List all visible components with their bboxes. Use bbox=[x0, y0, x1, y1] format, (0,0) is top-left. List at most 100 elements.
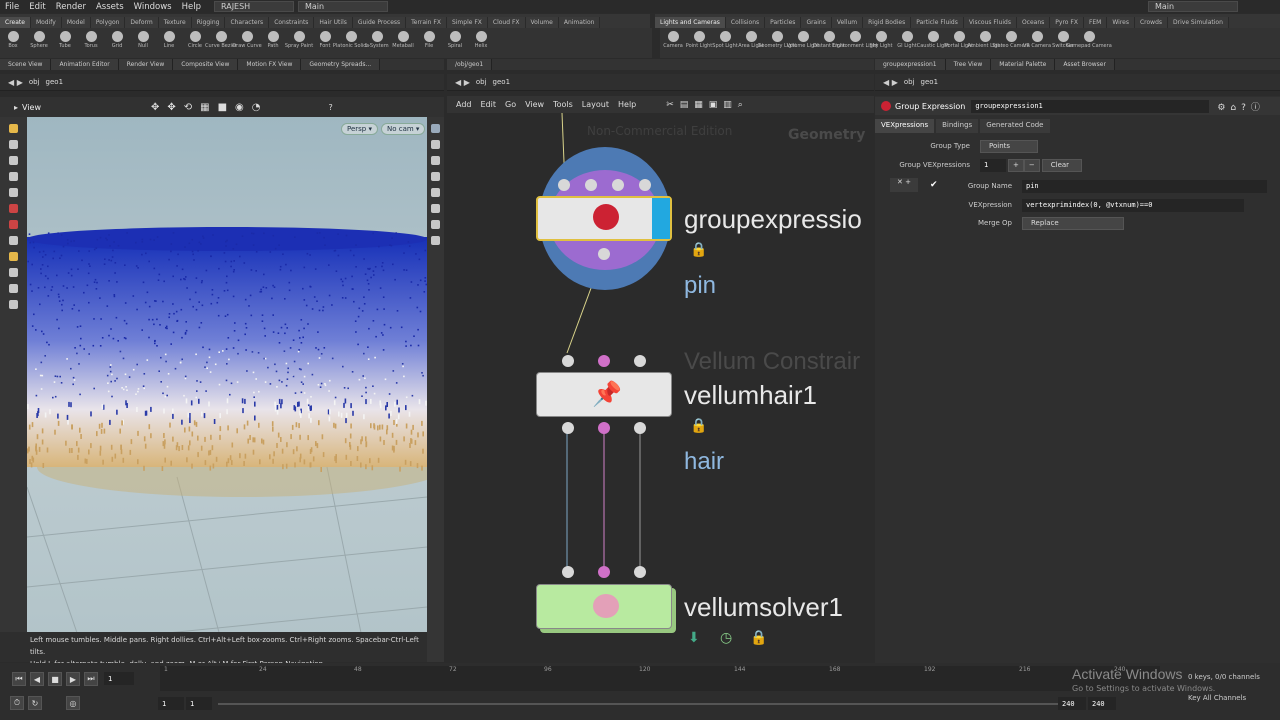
shelf-tool-path[interactable]: Path bbox=[260, 28, 286, 58]
group-name-field[interactable]: pin bbox=[1022, 179, 1267, 193]
view-tool-icon[interactable] bbox=[9, 236, 18, 245]
shelf-tool-line[interactable]: Line bbox=[156, 28, 182, 58]
tab-vexpressions[interactable]: VEXpressions bbox=[875, 119, 935, 133]
node-name-vellumsolver1[interactable]: vellumsolver1 bbox=[684, 592, 843, 623]
scale-icon[interactable] bbox=[9, 172, 18, 181]
desktop-selector[interactable]: Main bbox=[297, 1, 388, 12]
shelf-tool-l-system[interactable]: L-System bbox=[364, 28, 390, 58]
range-start-field[interactable]: 1 bbox=[158, 697, 184, 710]
menu-render[interactable]: Render bbox=[51, 2, 91, 12]
shelf-tool-spiral[interactable]: Spiral bbox=[442, 28, 468, 58]
range-end-field[interactable]: 240 bbox=[1058, 697, 1086, 710]
shelf-tab-characters[interactable]: Characters bbox=[225, 17, 270, 28]
background-icon[interactable] bbox=[431, 236, 440, 245]
net-menu-go[interactable]: Go bbox=[505, 100, 516, 109]
shelf-tab-rigid-bodies[interactable]: Rigid Bodies bbox=[863, 17, 912, 28]
path-geo1[interactable]: geo1 bbox=[493, 78, 511, 86]
lock-icon[interactable]: 🔒 bbox=[690, 242, 707, 258]
ruler-icon[interactable] bbox=[9, 284, 18, 293]
input-connector[interactable] bbox=[558, 179, 570, 191]
shelf-tab-drive-simulation[interactable]: Drive Simulation bbox=[1168, 17, 1229, 28]
magnet-icon[interactable] bbox=[9, 268, 18, 277]
camera-menu[interactable]: No cam ▾ bbox=[381, 123, 426, 135]
shelf-tool-curve-bezier[interactable]: Curve Bezier bbox=[205, 28, 237, 58]
range-slider[interactable] bbox=[218, 703, 1058, 705]
shelf-tool-caustic-light[interactable]: Caustic Light bbox=[917, 28, 949, 58]
display-icon[interactable] bbox=[431, 124, 440, 133]
tab-asset-browser[interactable]: Asset Browser bbox=[1055, 59, 1115, 70]
shelf-tab-modify[interactable]: Modify bbox=[30, 17, 62, 28]
lock-icon[interactable]: 🔒 bbox=[690, 418, 707, 434]
group-type-menu[interactable]: Points bbox=[980, 139, 1038, 153]
persp-menu[interactable]: Persp ▾ bbox=[341, 123, 378, 135]
shelf-tab-polygon[interactable]: Polygon bbox=[90, 17, 126, 28]
output-connector[interactable] bbox=[598, 248, 610, 260]
light-icon[interactable] bbox=[431, 172, 440, 181]
snap-icon[interactable] bbox=[9, 252, 18, 261]
menu-windows[interactable]: Windows bbox=[129, 2, 177, 12]
shelf-tab-grains[interactable]: Grains bbox=[801, 17, 832, 28]
shelf-tool-gamepad-camera[interactable]: Gamepad Camera bbox=[1066, 28, 1112, 58]
shelf-tab-pyro-fx[interactable]: Pyro FX bbox=[1050, 17, 1084, 28]
rotate-icon[interactable] bbox=[9, 156, 18, 165]
key-all-channels[interactable]: Key All Channels bbox=[1188, 694, 1246, 702]
shelf-tab-crowds[interactable]: Crowds bbox=[1134, 17, 1169, 28]
shelf-tab-cloud-fx[interactable]: Cloud FX bbox=[487, 17, 526, 28]
input-connector[interactable] bbox=[634, 566, 646, 578]
output-flag-icon[interactable]: ⬇ bbox=[688, 630, 700, 646]
menu-help[interactable]: Help bbox=[177, 2, 206, 12]
shelf-tool-spray-paint[interactable]: Spray Paint bbox=[285, 28, 313, 58]
shelf-tab-vellum[interactable]: Vellum bbox=[831, 17, 864, 28]
display-flag[interactable] bbox=[652, 198, 670, 239]
input-connector[interactable] bbox=[612, 179, 624, 191]
output-connector[interactable] bbox=[634, 422, 646, 434]
shelf-tab-hair-utils[interactable]: Hair Utils bbox=[314, 17, 353, 28]
add-multiparm-button[interactable]: + bbox=[1008, 158, 1024, 172]
input-connector[interactable] bbox=[562, 566, 574, 578]
realtime-icon[interactable]: ⏱ bbox=[10, 696, 24, 710]
input-connector[interactable] bbox=[639, 179, 651, 191]
path-obj[interactable]: obj bbox=[29, 78, 40, 86]
move-icon[interactable] bbox=[9, 140, 18, 149]
shelf-tab-fem[interactable]: FEM bbox=[1083, 17, 1108, 28]
shelf-tool-camera[interactable]: Camera bbox=[660, 28, 686, 58]
play-button[interactable]: ▶ bbox=[66, 672, 80, 686]
node-vellumhair1[interactable]: 📌 bbox=[536, 372, 672, 417]
net-menu-view[interactable]: View bbox=[525, 100, 544, 109]
shelf-tool-torus[interactable]: Torus bbox=[78, 28, 104, 58]
points-icon[interactable] bbox=[431, 188, 440, 197]
shelf-tab-rigging[interactable]: Rigging bbox=[191, 17, 226, 28]
normals-icon[interactable] bbox=[431, 204, 440, 213]
tab-scene-view[interactable]: Scene View bbox=[0, 59, 52, 70]
help-icon[interactable]: ? bbox=[328, 103, 332, 112]
shelf-tab-wires[interactable]: Wires bbox=[1107, 17, 1135, 28]
camera-tools-icon[interactable]: ✥✥⟲▦■◉◔ bbox=[151, 102, 268, 113]
tab-geometry-spreadsheet[interactable]: Geometry Spreads... bbox=[301, 59, 381, 70]
timeline-ruler[interactable]: 1 24 48 72 96 120 144 168 192 216 240 bbox=[160, 666, 1160, 691]
grid-icon[interactable] bbox=[431, 220, 440, 229]
shelf-tab-guide-process[interactable]: Guide Process bbox=[352, 17, 407, 28]
input-connector[interactable] bbox=[598, 355, 610, 367]
shelf-tool-metaball[interactable]: Metaball bbox=[390, 28, 416, 58]
back-icon[interactable]: ◀ ▶ bbox=[455, 78, 470, 87]
back-icon[interactable]: ◀ ▶ bbox=[8, 78, 23, 87]
clear-button[interactable]: Clear bbox=[1041, 158, 1082, 172]
input-connector[interactable] bbox=[562, 355, 574, 367]
shelf-tool-spot-light[interactable]: Spot Light bbox=[712, 28, 738, 58]
node-name-groupexpression1[interactable]: groupexpressio bbox=[684, 204, 862, 235]
jump-end-button[interactable]: ⏭ bbox=[84, 672, 98, 686]
path-geo1[interactable]: geo1 bbox=[46, 78, 64, 86]
handle-icon[interactable] bbox=[9, 188, 18, 197]
shelf-tool-point-light[interactable]: Point Light bbox=[686, 28, 712, 58]
shelf-tab-animation[interactable]: Animation bbox=[558, 17, 601, 28]
shelf-tool-environment-light[interactable]: Environment Light bbox=[832, 28, 878, 58]
clock-icon[interactable]: ◷ bbox=[720, 630, 732, 646]
path-obj[interactable]: obj bbox=[476, 78, 487, 86]
shelf-tab-lights-cameras[interactable]: Lights and Cameras bbox=[655, 17, 726, 28]
shelf-tool-box[interactable]: Box bbox=[0, 28, 26, 58]
shelf-tab-particle-fluids[interactable]: Particle Fluids bbox=[911, 17, 964, 28]
vexpression-field[interactable]: vertexprimindex(0, @vtxnum)==0 bbox=[1022, 198, 1244, 212]
net-menu-edit[interactable]: Edit bbox=[481, 100, 497, 109]
lock-icon[interactable]: 🔒 bbox=[750, 630, 767, 646]
output-connector[interactable] bbox=[598, 422, 610, 434]
